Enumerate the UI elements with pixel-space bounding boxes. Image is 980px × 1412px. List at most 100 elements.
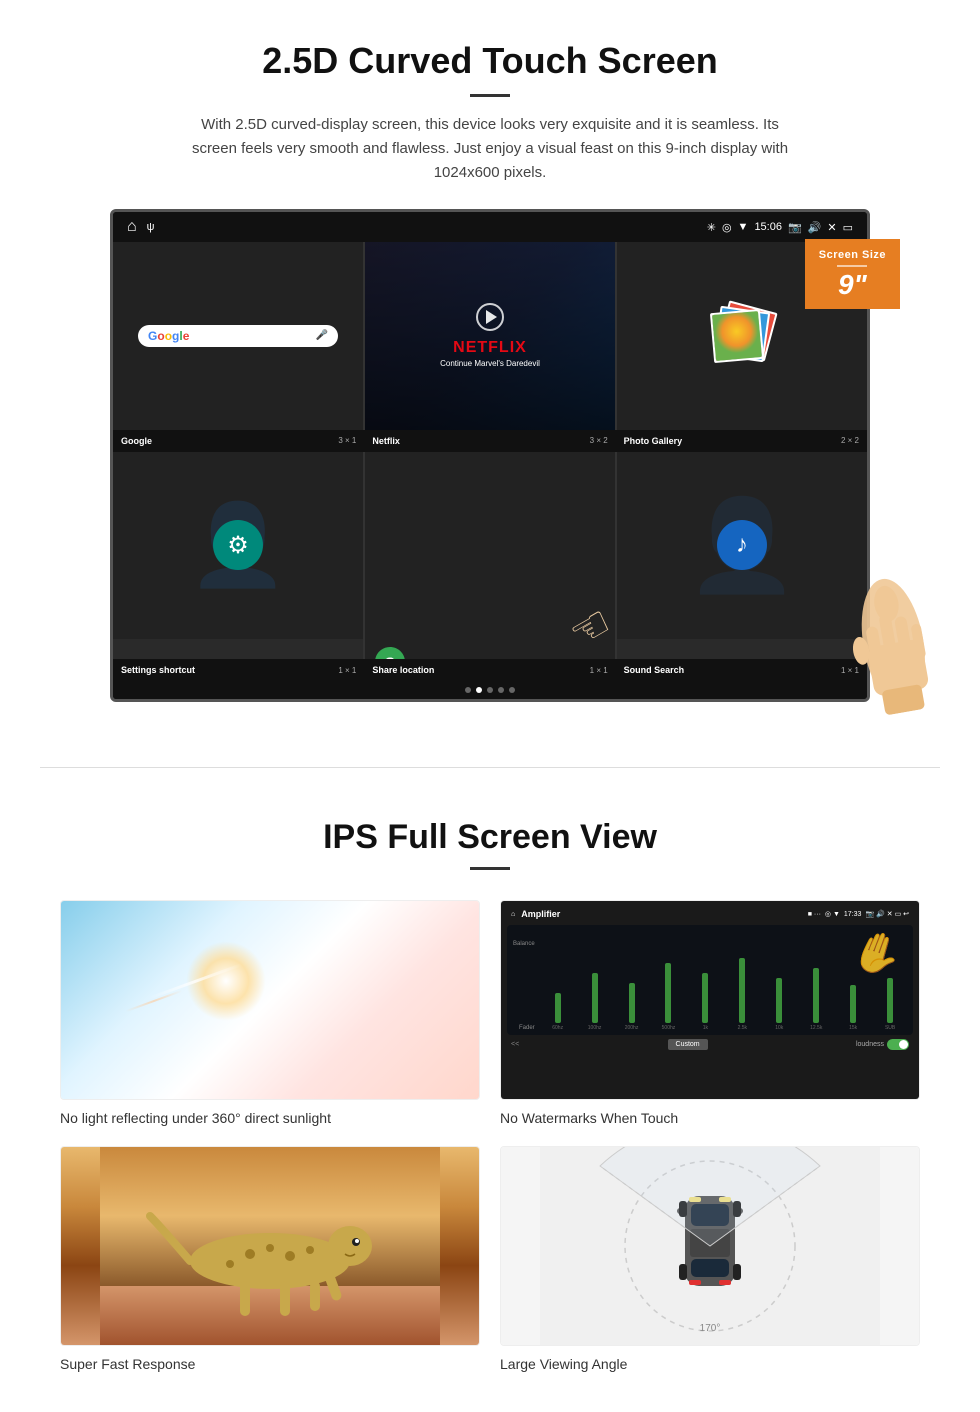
eq-bar-60hz: 60hz <box>541 993 575 1031</box>
eq-bar-fill <box>702 973 708 1023</box>
eq-bar-1k: 1k <box>688 973 722 1031</box>
wifi-icon: ▼ <box>738 221 749 233</box>
car-top-svg: 170° <box>540 1146 880 1346</box>
netflix-overlay: NETFLIX Continue Marvel's Daredevil <box>365 242 615 430</box>
cheetah-placeholder <box>60 1146 480 1346</box>
section1-description: With 2.5D curved-display screen, this de… <box>180 113 800 185</box>
settings-tile-content: ⚙ <box>113 452 363 640</box>
eq-bar-100hz: 100hz <box>578 973 612 1031</box>
amp-loudness-toggle: loudness <box>856 1039 909 1050</box>
badge-divider <box>837 265 867 267</box>
google-label: Google 3 × 1 <box>113 434 364 448</box>
gallery-card-3 <box>710 309 764 363</box>
screen-size-badge: Screen Size 9" <box>805 239 900 309</box>
device-screen: ⌂ ψ ✳ ◎ ▼ 15:06 📷 🔊 ✕ ▭ <box>110 209 870 702</box>
device-wrapper: Screen Size 9" ⌂ ψ ✳ ◎ ▼ 15:06 📷 🔊 ✕ <box>80 209 900 702</box>
status-left: ⌂ ψ <box>127 218 155 236</box>
app-tile-netflix[interactable]: NETFLIX Continue Marvel's Daredevil <box>365 242 615 430</box>
cheetah-image <box>61 1147 479 1345</box>
eq-bar-fill <box>739 958 745 1023</box>
img-item-amplifier: ⌂ Amplifier ■ ··· ◎ ▼ 17:33 📷 🔊 ✕ ▭ ↩ <box>500 900 920 1126</box>
badge-label: Screen Size <box>819 249 886 261</box>
share-app-size: 1 × 1 <box>590 666 608 675</box>
section-ips: IPS Full Screen View No light reflecting… <box>0 808 980 1412</box>
eq-freq-label: 15k <box>849 1025 857 1031</box>
gallery-label: Photo Gallery 2 × 2 <box>616 434 867 448</box>
car-caption: Large Viewing Angle <box>500 1356 920 1372</box>
sound-label: Sound Search 1 × 1 <box>616 663 867 677</box>
eq-freq-label: 12.5k <box>810 1025 822 1031</box>
gallery-stack <box>712 306 772 366</box>
amp-header: ⌂ Amplifier ■ ··· ◎ ▼ 17:33 📷 🔊 ✕ ▭ ↩ <box>507 907 913 921</box>
eq-bar-fill <box>776 978 782 1023</box>
share-tile-content: G ☞ <box>365 639 615 659</box>
settings-label: Settings shortcut 1 × 1 <box>113 663 364 677</box>
share-app-name: Share location <box>372 665 434 675</box>
section2-title: IPS Full Screen View <box>60 818 920 857</box>
pagination-dot-3 <box>487 687 493 693</box>
status-time: 15:06 <box>754 221 782 233</box>
google-app-size: 3 × 1 <box>338 436 356 445</box>
netflix-play-button[interactable] <box>476 303 504 331</box>
music-icon-circle: ♪ <box>717 520 767 570</box>
google-tile-content: Google 🎤 <box>113 242 363 430</box>
google-search-bar[interactable]: Google 🎤 <box>138 325 338 347</box>
app-tile-settings[interactable]: 👤 ⚙ <box>113 452 363 660</box>
google-app-name: Google <box>121 436 152 446</box>
amp-footer: << Custom loudness <box>507 1039 913 1050</box>
maps-pin-icon: G <box>375 647 405 659</box>
eq-label-balance: Balance <box>513 941 535 947</box>
app-tile-google[interactable]: Google 🎤 <box>113 242 363 430</box>
amp-custom-btn: Custom <box>668 1039 708 1050</box>
window-icon: ▭ <box>843 221 853 234</box>
cheetah-caption: Super Fast Response <box>60 1356 480 1372</box>
app-label-row-1: Google 3 × 1 Netflix 3 × 2 Photo Gallery… <box>113 430 867 452</box>
sky-image <box>61 901 479 1099</box>
pagination <box>113 681 867 699</box>
share-label: Share location 1 × 1 <box>364 663 615 677</box>
sound-app-name: Sound Search <box>624 665 685 675</box>
maps-icon-wrapper: G <box>375 647 405 659</box>
eq-bar-10k: 10k <box>762 978 796 1031</box>
sky-caption: No light reflecting under 360° direct su… <box>60 1110 480 1126</box>
settings-tile-inner: 👤 ⚙ <box>113 452 363 640</box>
amp-header-left: ⌂ Amplifier <box>511 909 560 919</box>
flower-image <box>712 311 762 361</box>
eq-bar-fill <box>555 993 561 1023</box>
pagination-dot-4 <box>498 687 504 693</box>
eq-y-axis: Balance Fader <box>513 941 535 1031</box>
netflix-app-size: 3 × 2 <box>590 436 608 445</box>
eq-freq-label: 1k <box>703 1025 708 1031</box>
eq-bar-200hz: 200hz <box>615 983 649 1031</box>
section1-title: 2.5D Curved Touch Screen <box>60 40 920 82</box>
eq-freq-label: 500hz <box>662 1025 676 1031</box>
car-placeholder: 170° <box>500 1146 920 1346</box>
svg-text:G: G <box>385 654 396 659</box>
location-icon: ◎ <box>722 221 732 234</box>
app-label-row-2: Settings shortcut 1 × 1 Share location 1… <box>113 659 867 681</box>
amp-icons: 📷 🔊 ✕ ▭ ↩ <box>865 910 909 918</box>
app-grid-top: Google 🎤 <box>113 242 867 430</box>
netflix-logo: NETFLIX <box>453 339 527 357</box>
app-tile-sound[interactable]: 👤 ♪ <box>617 452 867 660</box>
eq-label-fader: Fader <box>513 1025 535 1031</box>
eq-bar-fill <box>592 973 598 1023</box>
eq-bar-500hz: 500hz <box>652 963 686 1031</box>
settings-app-name: Settings shortcut <box>121 665 195 675</box>
eq-bar-2-5k: 2.5k <box>725 958 759 1031</box>
amplifier-caption: No Watermarks When Touch <box>500 1110 920 1126</box>
cheetah-svg <box>100 1146 440 1346</box>
eq-bar-fill <box>887 978 893 1023</box>
pagination-dot-1 <box>465 687 471 693</box>
netflix-tile-inner: NETFLIX Continue Marvel's Daredevil <box>365 242 615 430</box>
toggle-switch[interactable] <box>887 1039 909 1050</box>
badge-size-value: 9" <box>838 269 867 300</box>
app-tile-share[interactable]: G ☞ <box>365 452 615 660</box>
google-logo: Google <box>148 329 189 343</box>
eq-freq-label: SUB <box>885 1025 895 1031</box>
eq-bar-sub: SUB <box>873 978 907 1031</box>
settings-app-size: 1 × 1 <box>338 666 356 675</box>
home-icon: ⌂ <box>127 218 137 236</box>
sky-placeholder <box>60 900 480 1100</box>
amplifier-title: Amplifier <box>521 909 560 919</box>
